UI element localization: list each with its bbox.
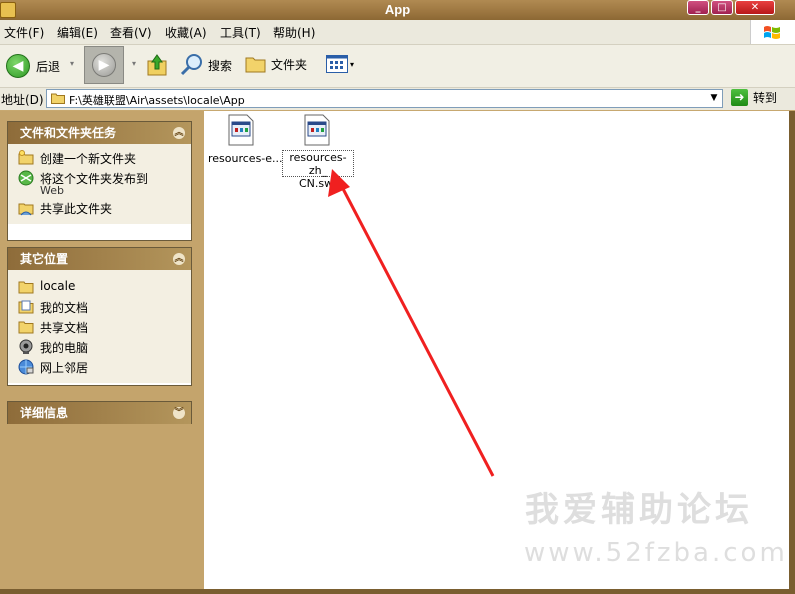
back-button[interactable]: ◀ 后退 — [6, 54, 60, 78]
network-icon — [18, 359, 34, 375]
search-button[interactable]: 搜索 — [180, 53, 232, 77]
collapse-icon[interactable]: ︽ — [173, 253, 185, 265]
minimize-button[interactable]: _ — [687, 0, 709, 15]
menu-tools[interactable]: 工具(T) — [220, 24, 261, 41]
task-new-folder[interactable]: 创建一个新文件夹 — [18, 150, 191, 170]
dropdown-arrow-icon: ▾ — [350, 59, 355, 69]
menu-bar: 文件(F) 编辑(E) 查看(V) 收藏(A) 工具(T) 帮助(H) — [0, 20, 795, 45]
place-label: 共享文档 — [40, 321, 89, 335]
watermark-text: 我爱辅助论坛 — [525, 490, 753, 530]
place-locale[interactable]: locale — [18, 279, 191, 299]
close-button[interactable]: ✕ — [735, 0, 775, 15]
maximize-button[interactable]: □ — [711, 0, 733, 15]
go-arrow-icon: ➜ — [731, 89, 748, 106]
details-header[interactable]: 详细信息 ︾ — [8, 402, 191, 424]
details-title: 详细信息 — [20, 406, 69, 420]
place-shared-documents[interactable]: 共享文档 — [18, 319, 191, 339]
view-grid-icon — [326, 55, 348, 73]
menu-edit[interactable]: 编辑(E) — [57, 24, 98, 41]
address-label: 地址(D) — [1, 93, 44, 107]
address-path: F:\英雄联盟\Air\assets\locale\App — [69, 94, 245, 107]
folders-button[interactable]: 文件夹 — [245, 53, 307, 75]
folder-icon — [51, 93, 65, 104]
collapse-icon[interactable]: ︽ — [173, 127, 185, 139]
place-my-documents[interactable]: 我的文档 — [18, 299, 191, 319]
place-label: locale — [40, 279, 76, 293]
file-tasks-panel: 文件和文件夹任务 ︽ 创建一个新文件夹 将这个文件夹发布到 Web 共享此文件夹 — [7, 121, 192, 241]
toolbar: ◀ 后退 ▾ ▶ ▾ 搜索 文件夹 ▾ — [0, 45, 795, 88]
menu-favorites[interactable]: 收藏(A) — [165, 24, 207, 41]
file-tasks-header[interactable]: 文件和文件夹任务 ︽ — [8, 122, 191, 144]
watermark-url: www.52fzba.com — [524, 538, 788, 568]
place-my-computer[interactable]: 我的电脑 — [18, 339, 191, 359]
details-panel: 详细信息 ︾ — [7, 401, 192, 424]
folder-icon — [18, 281, 34, 294]
menu-help[interactable]: 帮助(H) — [273, 24, 315, 41]
other-places-header[interactable]: 其它位置 ︽ — [8, 248, 191, 270]
place-label: 我的文档 — [40, 301, 89, 315]
new-folder-icon — [18, 150, 34, 165]
back-label: 后退 — [36, 59, 61, 74]
file-tasks-title: 文件和文件夹任务 — [20, 126, 117, 140]
dropdown-arrow-icon[interactable]: ▾ — [70, 59, 74, 73]
address-bar: 地址(D) F:\英雄联盟\Air\assets\locale\App ▼ ➜ … — [0, 88, 795, 110]
title-bar[interactable]: App _ □ ✕ — [0, 0, 795, 20]
menu-view[interactable]: 查看(V) — [110, 24, 152, 41]
place-label: 网上邻居 — [40, 361, 89, 375]
place-label: 我的电脑 — [40, 341, 89, 355]
documents-icon — [18, 300, 34, 314]
forward-arrow-icon: ▶ — [92, 53, 116, 77]
task-label: 创建一个新文件夹 — [40, 152, 137, 166]
task-label: 共享此文件夹 — [40, 202, 113, 216]
views-button[interactable]: ▾ — [326, 55, 354, 73]
forward-button[interactable]: ▶ — [84, 46, 124, 84]
window-border-bottom — [0, 589, 795, 594]
search-label: 搜索 — [208, 58, 233, 73]
other-places-panel: 其它位置 ︽ locale 我的文档 共享文档 我的电脑 网上邻居 — [7, 247, 192, 386]
search-icon — [180, 54, 202, 76]
file-list-area[interactable]: resources-e... resources-zh_ CN.swf 我爱辅助… — [204, 111, 789, 591]
expand-icon[interactable]: ︾ — [173, 407, 185, 419]
folder-up-icon — [147, 54, 167, 76]
up-button[interactable] — [146, 53, 168, 77]
folder-icon — [18, 321, 34, 334]
window-border-right — [789, 111, 795, 594]
window-title: App — [384, 2, 411, 17]
windows-flag-icon — [764, 26, 780, 39]
computer-icon — [19, 339, 33, 354]
globe-icon — [18, 170, 34, 186]
shared-folder-icon — [18, 203, 34, 216]
task-share-folder[interactable]: 共享此文件夹 — [18, 200, 191, 220]
dropdown-arrow-icon[interactable]: ▾ — [132, 59, 136, 73]
menu-file[interactable]: 文件(F) — [4, 24, 44, 41]
windows-logo — [750, 20, 795, 44]
back-arrow-icon: ◀ — [6, 54, 30, 78]
go-label: 转到 — [753, 91, 778, 105]
folder-icon — [245, 57, 266, 73]
go-button[interactable]: ➜ 转到 — [731, 89, 777, 106]
other-places-title: 其它位置 — [20, 252, 69, 266]
address-input[interactable]: F:\英雄联盟\Air\assets\locale\App ▼ — [46, 89, 723, 108]
folders-label: 文件夹 — [271, 57, 308, 72]
place-network[interactable]: 网上邻居 — [18, 359, 191, 379]
task-pane: 文件和文件夹任务 ︽ 创建一个新文件夹 将这个文件夹发布到 Web 共享此文件夹… — [0, 111, 204, 591]
chevron-down-icon[interactable]: ▼ — [707, 91, 721, 106]
